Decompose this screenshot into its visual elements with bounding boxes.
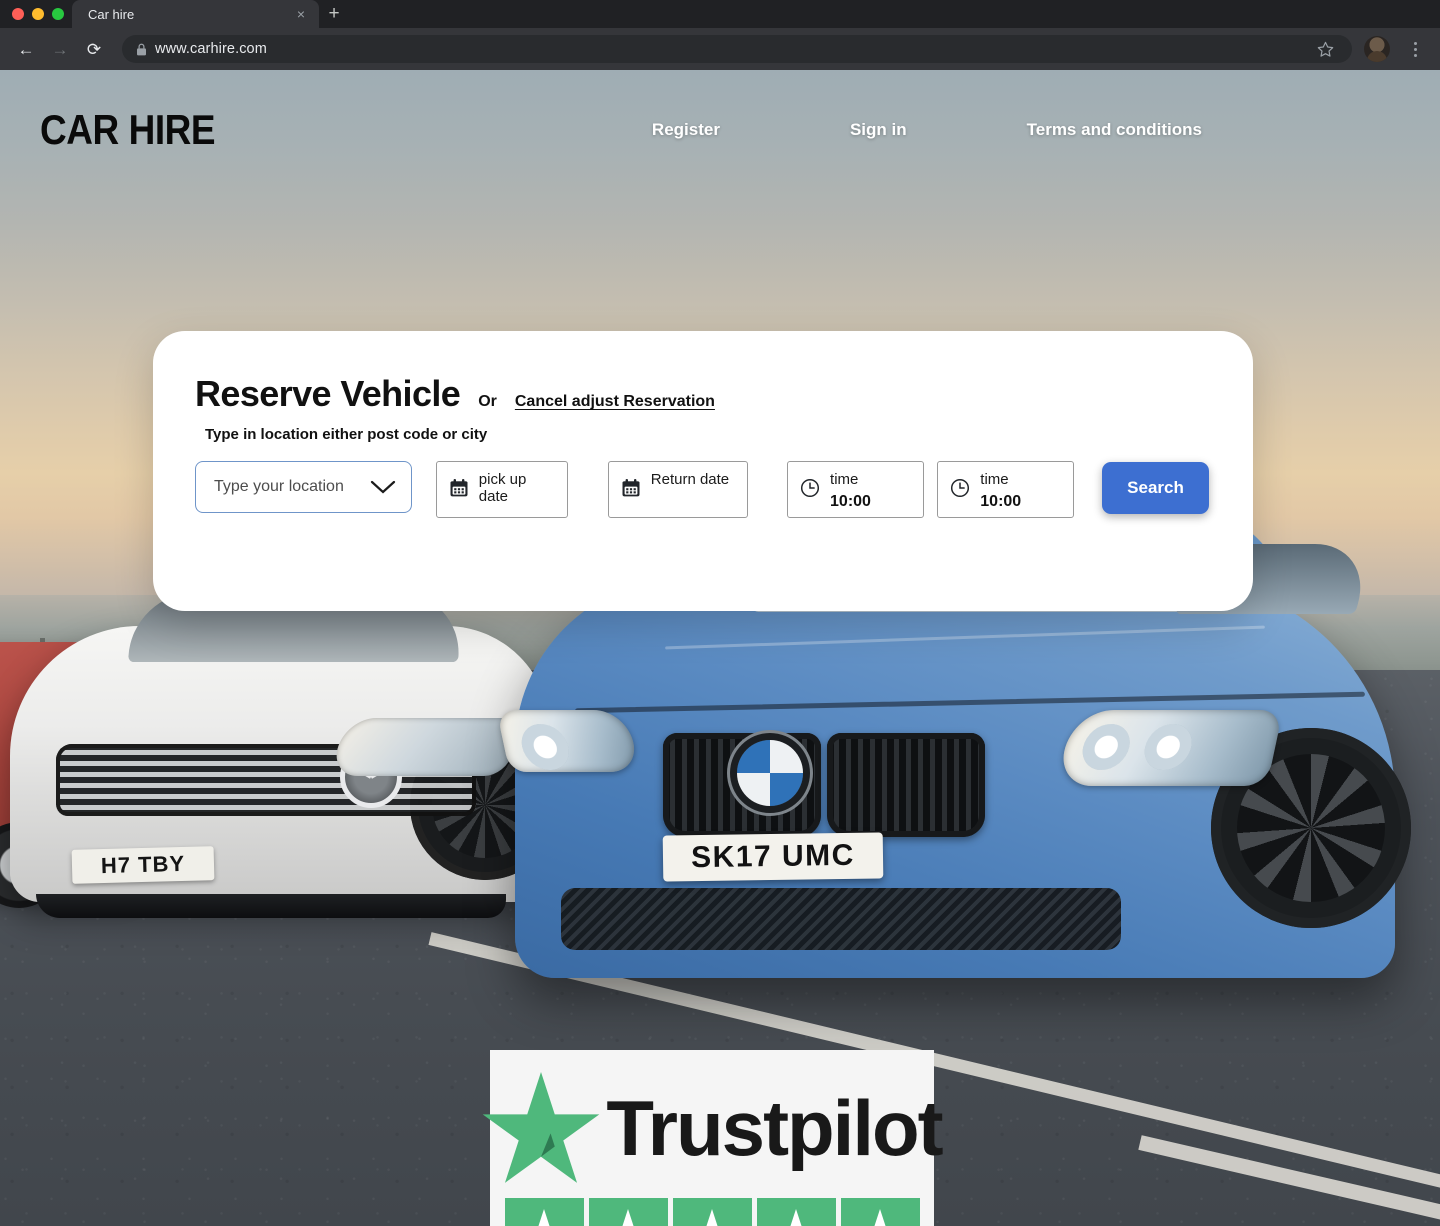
rating-star-5 [840,1198,920,1226]
return-date-body: Return date [651,471,729,488]
minimize-window-button[interactable] [32,8,44,20]
trustpilot-widget[interactable]: Trustpilot [483,1050,944,1226]
calendar-icon [621,478,641,498]
browser-toolbar: ← → ⟳ www.carhire.com [0,28,1440,70]
location-placeholder: Type your location [214,478,344,495]
search-button[interactable]: Search [1102,462,1210,514]
site-header: CAR HIRE Register Sign in Terms and cond… [0,70,1440,190]
profile-avatar-icon[interactable] [1364,36,1390,62]
maximize-window-button[interactable] [52,8,64,20]
white-car-number-plate: H7 TBY [71,846,215,884]
tab-title: Car hire [88,6,135,22]
rating-star-3 [672,1198,752,1226]
card-header: Reserve Vehicle Or Cancel adjust Reserva… [195,373,1209,415]
pickup-time-value: 10:00 [830,493,871,511]
pickup-time-label: time [830,471,859,488]
blue-car-number-plate: SK17 UMC [662,832,884,882]
reserve-vehicle-card: Reserve Vehicle Or Cancel adjust Reserva… [153,331,1253,611]
blue-bmw-car: SK17 UMC [496,512,1411,978]
omnibox-actions [1312,36,1338,62]
return-time-field[interactable]: time 10:00 [937,461,1074,518]
url-text: www.carhire.com [155,41,267,57]
nav-link-register[interactable]: Register [652,120,720,140]
browser-window: Car hire × + ← → ⟳ www.carhire.com H7 TB… [0,0,1440,1226]
cancel-adjust-reservation-link[interactable]: Cancel adjust Reservation [515,393,715,411]
clock-icon [950,478,970,498]
trustpilot-logo: Trustpilot [482,1072,944,1184]
browser-tab-car-hire[interactable]: Car hire × [72,0,319,28]
new-tab-icon[interactable]: + [319,0,349,28]
or-label: Or [478,393,497,410]
reload-icon[interactable]: ⟳ [80,35,108,63]
three-dot-menu-icon[interactable] [1402,36,1428,62]
main-navigation: Register Sign in Terms and conditions [652,120,1400,140]
trustpilot-wordmark: Trustpilot [606,1084,943,1172]
address-bar[interactable]: www.carhire.com [122,35,1352,63]
return-date-field[interactable]: Return date [607,461,749,518]
trustpilot-rating-stars [504,1198,920,1226]
return-date-label: Return date [650,471,730,488]
bookmark-star-icon[interactable] [1312,36,1338,62]
return-time-label: time [980,471,1009,488]
rating-star-2 [588,1198,668,1226]
rating-star-1 [504,1198,584,1226]
page-title: Reserve Vehicle [195,373,461,414]
trustpilot-star-icon [482,1072,600,1184]
close-window-button[interactable] [12,8,24,20]
chevron-down-icon[interactable] [369,479,397,495]
bmw-logo-icon [737,740,803,806]
nav-link-sign-in[interactable]: Sign in [850,120,907,140]
pickup-time-field[interactable]: time 10:00 [787,461,924,518]
pickup-date-field[interactable]: pick up date [435,461,568,518]
forward-arrow-icon[interactable]: → [46,35,74,63]
location-select[interactable]: Type your location [195,461,413,513]
tab-strip: Car hire × + [0,0,1440,28]
white-mercedes-car: H7 TBY [10,592,560,918]
window-traffic-lights [10,0,72,28]
clock-icon [800,478,820,498]
return-time-body: time 10:00 [980,471,1021,511]
back-arrow-icon[interactable]: ← [12,35,40,63]
pickup-time-body: time 10:00 [830,471,871,511]
site-logo[interactable]: CAR HIRE [40,106,216,154]
location-hint-label: Type in location either post code or cit… [205,426,488,443]
lock-icon [136,43,147,56]
rating-star-4 [756,1198,836,1226]
search-form: Type your location pick up date Return d… [195,461,1210,518]
nav-link-terms-and-conditions[interactable]: Terms and conditions [1027,120,1202,140]
return-time-value: 10:00 [980,493,1022,511]
pickup-date-body: pick up date [479,471,555,506]
pickup-date-label: pick up date [478,471,527,506]
calendar-icon [449,478,469,498]
close-tab-icon[interactable]: × [293,6,309,22]
page-content: H7 TBY SK17 UMC CAR HIRE Register Sign i… [0,70,1440,1226]
